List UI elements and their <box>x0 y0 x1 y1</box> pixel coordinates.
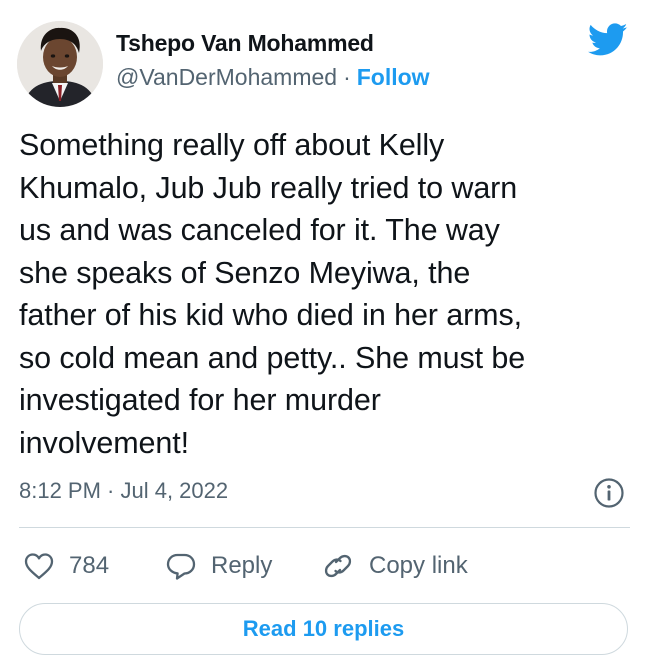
reply-button[interactable]: Reply <box>165 546 272 586</box>
tweet-embed-card: Tshepo Van Mohammed @VanDerMohammed · Foll… <box>0 0 651 655</box>
copy-link-label: Copy link <box>369 552 468 579</box>
author-display-name[interactable]: Tshepo Van Mohammed <box>116 30 374 57</box>
like-button[interactable]: 784 <box>23 546 109 586</box>
author-handle[interactable]: @VanDerMohammed <box>116 64 337 90</box>
divider <box>19 527 630 528</box>
author-handle-line: @VanDerMohammed · Follow <box>116 64 430 91</box>
tweet-timestamp[interactable]: 8:12 PM · Jul 4, 2022 <box>19 478 228 504</box>
like-count: 784 <box>69 552 110 579</box>
read-replies-button[interactable]: Read 10 replies <box>19 603 628 655</box>
speech-bubble-icon <box>166 553 196 580</box>
handle-separator: · <box>343 64 351 90</box>
twitter-bird-icon[interactable] <box>588 23 628 57</box>
link-icon <box>324 554 352 578</box>
copy-link-button[interactable]: Copy link <box>321 546 468 586</box>
follow-button[interactable]: Follow <box>357 64 430 90</box>
action-bar: 784 Reply Copy link <box>0 546 651 586</box>
reply-label: Reply <box>211 552 273 579</box>
avatar-image <box>17 21 103 107</box>
tweet-text: Something really off about Kelly Khumalo… <box>19 128 526 460</box>
avatar[interactable] <box>17 21 103 107</box>
heart-icon <box>24 553 54 580</box>
info-icon[interactable] <box>593 477 625 509</box>
